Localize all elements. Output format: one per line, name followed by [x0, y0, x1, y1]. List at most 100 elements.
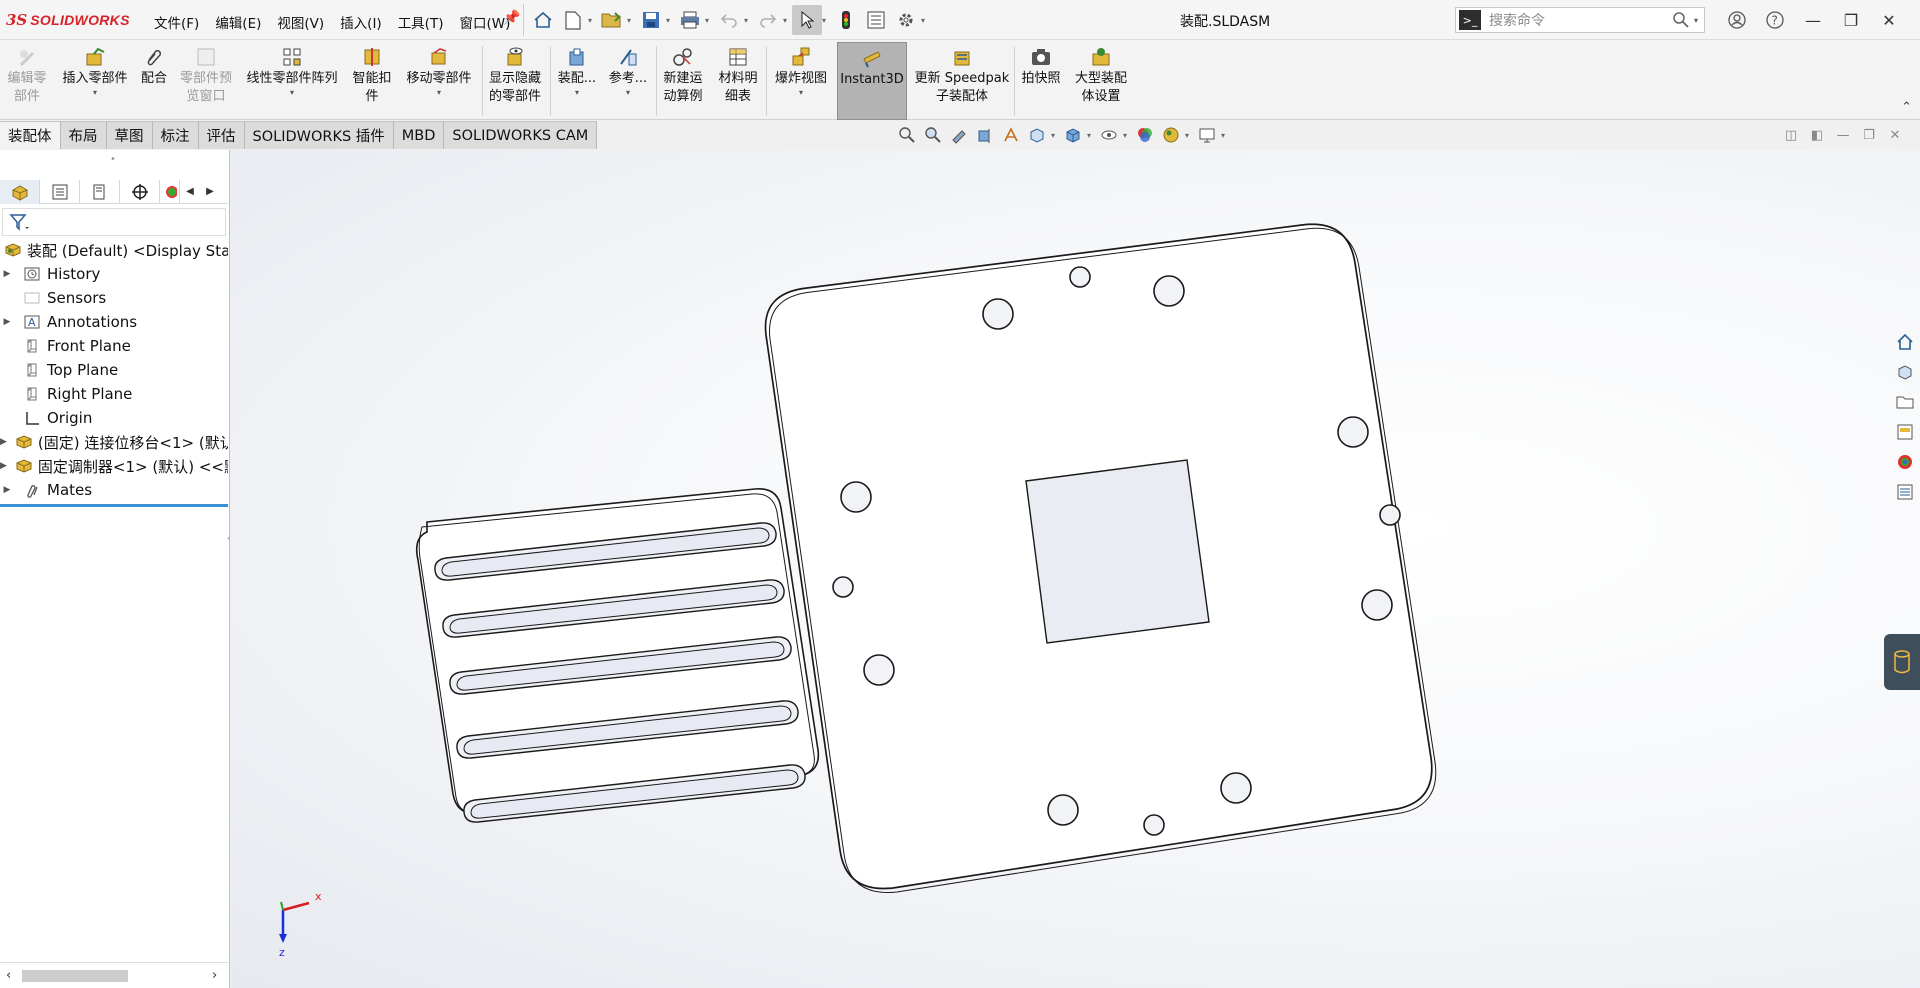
select-dropdown-icon[interactable]: ▾: [822, 16, 831, 25]
move-component-button[interactable]: 移动零部件 ▾: [400, 42, 478, 120]
reference-geometry-button[interactable]: 参考... ▾: [604, 42, 652, 120]
tree-horizontal-scrollbar[interactable]: ‹ ›: [0, 962, 228, 988]
doc-close-icon[interactable]: ✕: [1886, 127, 1904, 143]
tree-item-right-plane[interactable]: Right Plane: [0, 382, 228, 406]
hide-show-dropdown-icon[interactable]: ▾: [1123, 131, 1131, 140]
user-account-icon[interactable]: [1720, 6, 1754, 34]
scroll-right-icon[interactable]: ›: [212, 968, 217, 983]
tree-item-origin[interactable]: Origin: [0, 406, 228, 430]
reference-geometry-dropdown-icon[interactable]: ▾: [626, 88, 630, 98]
options-gear-icon[interactable]: [891, 5, 921, 35]
apply-scene-dropdown-icon[interactable]: ▾: [1185, 131, 1193, 140]
tab-assembly[interactable]: 装配体: [0, 121, 61, 149]
doc-minimize-icon[interactable]: —: [1834, 127, 1852, 143]
zoom-to-area-icon[interactable]: [921, 124, 945, 146]
tree-item-sensors[interactable]: Sensors: [0, 286, 228, 310]
search-input[interactable]: 搜索命令: [1489, 10, 1672, 30]
menu-insert[interactable]: 插入(I): [332, 12, 390, 32]
print-dropdown-icon[interactable]: ▾: [705, 16, 714, 25]
apply-scene-icon[interactable]: [1159, 124, 1183, 146]
tab-evaluate[interactable]: 评估: [198, 121, 245, 149]
section-view-icon[interactable]: [973, 124, 997, 146]
flyout-tab[interactable]: [1884, 634, 1920, 690]
tile-right-icon[interactable]: ◧: [1808, 127, 1826, 143]
property-manager-tab-icon[interactable]: [40, 180, 80, 204]
expand-arrow-icon[interactable]: ▶: [0, 437, 7, 447]
tab-markup[interactable]: 标注: [152, 121, 199, 149]
undo-dropdown-icon[interactable]: ▾: [744, 16, 753, 25]
save-icon[interactable]: [636, 5, 666, 35]
tree-item-mates[interactable]: ▶ Mates: [0, 478, 228, 502]
restore-icon[interactable]: ❐: [1834, 6, 1868, 34]
search-box[interactable]: >_ 搜索命令 ▾: [1455, 7, 1705, 33]
take-snapshot-button[interactable]: 拍快照: [1016, 42, 1066, 120]
collapse-ribbon-icon[interactable]: ⌃: [1901, 100, 1912, 115]
appearances-scenes-icon[interactable]: [1893, 450, 1917, 474]
feature-manager-tab-icon[interactable]: [0, 180, 40, 204]
view-palette-icon[interactable]: [1893, 420, 1917, 444]
help-icon[interactable]: ?: [1758, 6, 1792, 34]
tab-solidworks-cam[interactable]: SOLIDWORKS CAM: [444, 121, 598, 149]
tab-sketch[interactable]: 草图: [106, 121, 153, 149]
menu-file[interactable]: 文件(F): [146, 12, 207, 32]
save-dropdown-icon[interactable]: ▾: [666, 16, 675, 25]
view-settings-dropdown-icon[interactable]: ▾: [1221, 131, 1229, 140]
redo-dropdown-icon[interactable]: ▾: [783, 16, 792, 25]
stage-part[interactable]: [764, 219, 1453, 894]
panel-tabs-scroll-left-icon[interactable]: ◀: [180, 180, 200, 203]
rollback-bar[interactable]: [0, 504, 228, 507]
large-assembly-settings-button[interactable]: 大型装配 体设置: [1068, 42, 1134, 120]
filter-funnel-icon[interactable]: [9, 213, 29, 231]
tree-item-component-modulator[interactable]: ▶ 固定调制器<1> (默认) <<默认>_显示状态 1>: [0, 454, 228, 478]
instant3d-toggle[interactable]: Instant3D: [837, 42, 907, 120]
zoom-to-fit-icon[interactable]: [895, 124, 919, 146]
custom-properties-icon[interactable]: [1893, 480, 1917, 504]
menu-tools[interactable]: 工具(T): [390, 12, 452, 32]
model-canvas[interactable]: x z: [231, 150, 1920, 988]
view-orientation-dropdown-icon[interactable]: ▾: [1051, 131, 1059, 140]
exploded-view-dropdown-icon[interactable]: ▾: [799, 88, 803, 98]
menu-edit[interactable]: 编辑(E): [207, 12, 269, 32]
solidworks-resources-icon[interactable]: [1893, 330, 1917, 354]
graphics-area[interactable]: x z: [231, 150, 1920, 988]
tree-filter[interactable]: [2, 208, 226, 236]
close-icon[interactable]: ✕: [1872, 6, 1906, 34]
display-style-icon[interactable]: [1061, 124, 1085, 146]
panel-grip-icon[interactable]: •: [110, 154, 116, 165]
view-orientation-icon[interactable]: [1025, 124, 1049, 146]
hide-show-items-icon[interactable]: [1097, 124, 1121, 146]
insert-component-button[interactable]: 插入零部件 ▾: [58, 42, 132, 120]
options-dropdown-icon[interactable]: ▾: [921, 16, 930, 25]
tab-solidworks-addins[interactable]: SOLIDWORKS 插件: [244, 121, 394, 149]
previous-view-icon[interactable]: [947, 124, 971, 146]
edit-appearance-icon[interactable]: [1133, 124, 1157, 146]
redo-icon[interactable]: [753, 5, 783, 35]
modulator-part[interactable]: [399, 388, 836, 823]
tab-mbd[interactable]: MBD: [393, 121, 445, 149]
configuration-manager-tab-icon[interactable]: [80, 180, 120, 204]
expand-arrow-icon[interactable]: ▶: [0, 269, 14, 279]
home-icon[interactable]: [528, 5, 558, 35]
file-properties-icon[interactable]: [861, 5, 891, 35]
assembly-features-button[interactable]: 装配... ▾: [552, 42, 602, 120]
display-style-dropdown-icon[interactable]: ▾: [1087, 131, 1095, 140]
mate-button[interactable]: 配合: [136, 42, 172, 120]
tile-left-icon[interactable]: ◫: [1782, 127, 1800, 143]
expand-arrow-icon[interactable]: ▶: [0, 485, 14, 495]
scroll-left-icon[interactable]: ‹: [6, 968, 11, 983]
minimize-icon[interactable]: —: [1796, 6, 1830, 34]
tree-item-front-plane[interactable]: Front Plane: [0, 334, 228, 358]
linear-pattern-dropdown-icon[interactable]: ▾: [290, 88, 294, 98]
pin-menu-icon[interactable]: 📌: [503, 10, 520, 26]
component-preview-button[interactable]: 零部件预 览窗口: [176, 42, 236, 120]
bill-of-materials-button[interactable]: 材料明 细表: [712, 42, 764, 120]
search-icon[interactable]: [1672, 11, 1690, 29]
print-icon[interactable]: [675, 5, 705, 35]
search-dropdown-icon[interactable]: ▾: [1694, 16, 1698, 25]
panel-tabs-scroll-right-icon[interactable]: ▶: [200, 180, 220, 203]
insert-component-dropdown-icon[interactable]: ▾: [93, 88, 97, 98]
edit-component-button[interactable]: 编辑零 部件: [4, 42, 50, 120]
linear-pattern-button[interactable]: 线性零部件阵列 ▾: [240, 42, 344, 120]
select-pointer-icon[interactable]: [792, 5, 822, 35]
view-settings-icon[interactable]: [1195, 124, 1219, 146]
